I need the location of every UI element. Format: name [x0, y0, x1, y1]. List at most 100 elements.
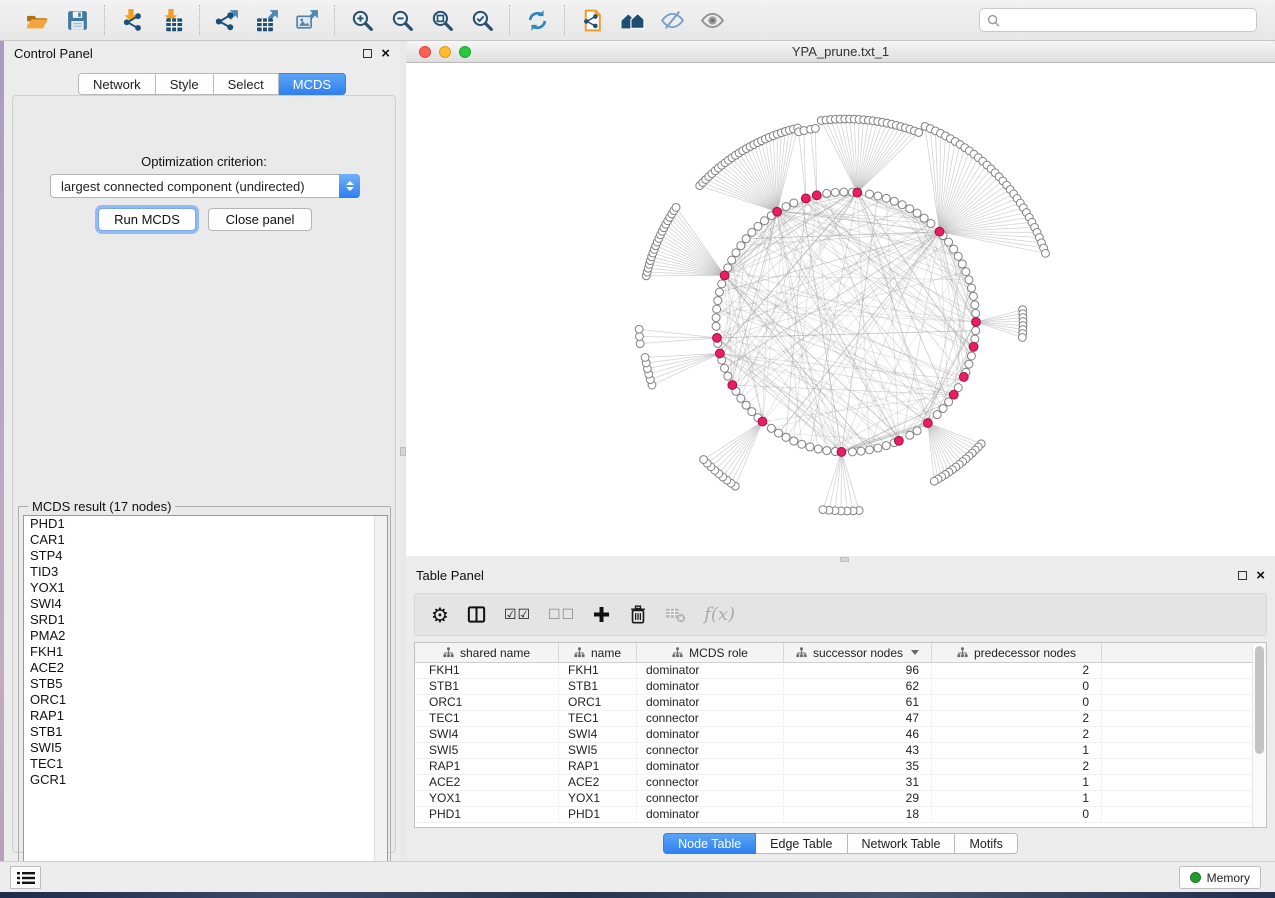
table-row[interactable]: FKH1FKH1dominator962 — [415, 663, 1266, 679]
columns-icon[interactable] — [466, 604, 487, 625]
network-node[interactable] — [927, 219, 935, 227]
gear-icon[interactable]: ⚙ — [431, 603, 449, 627]
network-canvas-area[interactable] — [406, 63, 1275, 556]
network-node[interactable] — [967, 284, 975, 292]
leaf-node[interactable] — [811, 125, 819, 133]
mcds-hub-node[interactable] — [935, 227, 944, 236]
network-node[interactable] — [954, 252, 962, 260]
close-panel-button[interactable]: Close panel — [208, 208, 312, 231]
network-node[interactable] — [737, 242, 745, 250]
export-table-icon[interactable] — [252, 5, 282, 35]
network-node[interactable] — [848, 448, 856, 456]
column-header-shared-name[interactable]: shared name — [415, 643, 559, 662]
mcds-hub-node[interactable] — [720, 271, 729, 280]
network-node[interactable] — [958, 260, 966, 268]
mcds-hub-node[interactable] — [972, 318, 981, 327]
network-node[interactable] — [906, 205, 914, 213]
table-row[interactable]: ACE2ACE2connector311 — [415, 775, 1266, 791]
houses-icon[interactable] — [617, 5, 647, 35]
tab-select[interactable]: Select — [214, 73, 279, 95]
network-node[interactable] — [972, 309, 980, 317]
leaf-node[interactable] — [930, 477, 938, 485]
network-node[interactable] — [724, 372, 732, 380]
network-node[interactable] — [806, 443, 814, 451]
network-node[interactable] — [713, 305, 721, 313]
network-node[interactable] — [737, 394, 745, 402]
export-image-icon[interactable] — [292, 5, 322, 35]
network-node[interactable] — [857, 447, 865, 455]
network-node[interactable] — [760, 217, 768, 225]
show-panels-list-button[interactable] — [10, 866, 41, 889]
network-node[interactable] — [840, 188, 848, 196]
network-node[interactable] — [933, 411, 941, 419]
mcds-result-item[interactable]: GCR1 — [24, 772, 387, 788]
tab-network-table[interactable]: Network Table — [848, 833, 956, 854]
criterion-dropdown[interactable]: largest connected component (undirected) — [50, 174, 360, 198]
delete-icon[interactable] — [628, 604, 648, 625]
select-all-icon[interactable]: ☑☑ — [504, 607, 531, 623]
network-node[interactable] — [882, 194, 890, 202]
leaf-node[interactable] — [700, 456, 708, 464]
leaf-node[interactable] — [1018, 334, 1026, 342]
mcds-hub-node[interactable] — [758, 417, 767, 426]
network-node[interactable] — [890, 197, 898, 205]
deselect-all-icon[interactable]: ☐☐ — [548, 607, 575, 623]
network-node[interactable] — [823, 447, 831, 455]
leaf-node[interactable] — [636, 340, 644, 348]
network-node[interactable] — [748, 408, 756, 416]
network-node[interactable] — [790, 199, 798, 207]
mcds-hub-node[interactable] — [837, 448, 846, 457]
mcds-hub-node[interactable] — [713, 333, 722, 342]
network-node[interactable] — [712, 314, 720, 322]
horizontal-split-divider[interactable] — [406, 556, 1275, 563]
network-node[interactable] — [866, 446, 874, 454]
network-node[interactable] — [913, 209, 921, 217]
mcds-result-item[interactable]: RAP1 — [24, 708, 387, 724]
network-node[interactable] — [945, 238, 953, 246]
tab-style[interactable]: Style — [156, 73, 214, 95]
table-row[interactable]: TEC1TEC1connector472 — [415, 711, 1266, 727]
import-network-icon[interactable] — [117, 5, 147, 35]
network-node[interactable] — [823, 189, 831, 197]
network-node[interactable] — [969, 292, 977, 300]
leaf-node[interactable] — [636, 333, 644, 341]
mcds-result-item[interactable]: SRD1 — [24, 612, 387, 628]
mcds-result-item[interactable]: SWI5 — [24, 740, 387, 756]
mcds-list-scrollbar[interactable] — [374, 516, 387, 870]
network-node[interactable] — [775, 429, 783, 437]
mcds-result-item[interactable]: PHD1 — [24, 516, 387, 532]
network-node[interactable] — [831, 188, 839, 196]
network-node[interactable] — [767, 424, 775, 432]
table-row[interactable]: SWI5SWI5connector431 — [415, 743, 1266, 759]
network-node[interactable] — [972, 327, 980, 335]
table-row[interactable]: ORC1ORC1dominator610 — [415, 695, 1266, 711]
network-node[interactable] — [874, 192, 882, 200]
network-node[interactable] — [748, 228, 756, 236]
network-node[interactable] — [718, 280, 726, 288]
network-node[interactable] — [882, 442, 890, 450]
leaf-node[interactable] — [915, 129, 923, 137]
mcds-result-item[interactable]: STP4 — [24, 548, 387, 564]
add-icon[interactable] — [592, 605, 611, 624]
node-table[interactable]: shared namenameMCDS rolesuccessor nodesp… — [414, 642, 1267, 828]
mcds-hub-node[interactable] — [715, 349, 724, 358]
mcds-hub-node[interactable] — [853, 188, 862, 197]
network-node[interactable] — [742, 401, 750, 409]
export-network-icon[interactable] — [212, 5, 242, 35]
network-node[interactable] — [721, 364, 729, 372]
float-panel-icon[interactable] — [1238, 571, 1247, 580]
tab-node-table[interactable]: Node Table — [663, 833, 756, 854]
mcds-result-item[interactable]: TEC1 — [24, 756, 387, 772]
run-mcds-button[interactable]: Run MCDS — [98, 208, 196, 231]
tab-motifs[interactable]: Motifs — [955, 833, 1017, 854]
network-node[interactable] — [906, 431, 914, 439]
table-row[interactable]: SWI4SWI4dominator462 — [415, 727, 1266, 743]
leaf-node[interactable] — [819, 506, 827, 514]
network-node[interactable] — [939, 404, 947, 412]
mcds-hub-node[interactable] — [812, 191, 821, 200]
network-node[interactable] — [965, 276, 973, 284]
network-node[interactable] — [971, 335, 979, 343]
network-node[interactable] — [782, 433, 790, 441]
mcds-result-item[interactable]: YOX1 — [24, 580, 387, 596]
network-node[interactable] — [732, 249, 740, 257]
